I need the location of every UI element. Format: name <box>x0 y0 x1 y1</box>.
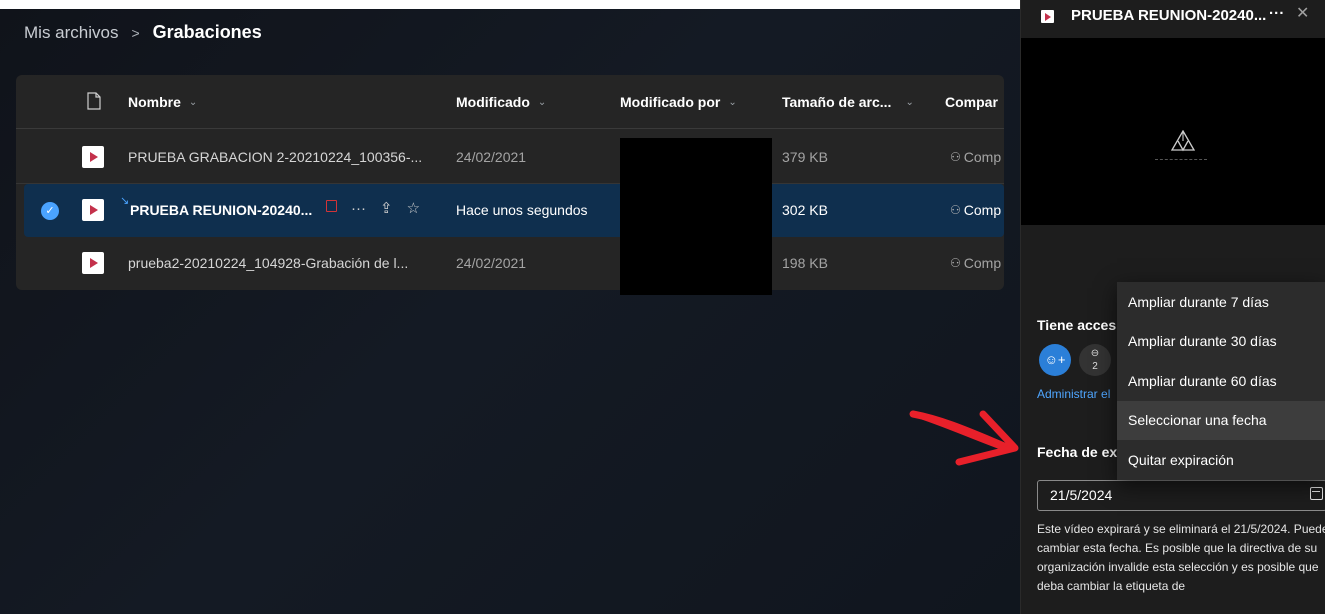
file-sharing[interactable]: ⚇ Comp <box>950 202 1001 218</box>
video-file-icon <box>82 199 104 221</box>
row-actions: ··· ⇪ ☆ <box>326 199 434 217</box>
file-modified: Hace unos segundos <box>456 202 588 218</box>
panel-header: PRUEBA REUNION-20240... ... ✕ <box>1021 0 1325 38</box>
access-section-title: Tiene acces <box>1037 317 1117 333</box>
file-name[interactable]: PRUEBA GRABACION 2-20210224_100356-... <box>128 149 422 165</box>
file-sharing[interactable]: ⚇ Comp <box>950 255 1001 271</box>
column-header-name[interactable]: Nombre ⌄ <box>128 94 197 110</box>
file-list: Nombre ⌄ Modificado ⌄ Modificado por ⌄ T… <box>16 75 1004 290</box>
file-size: 302 KB <box>782 202 828 218</box>
table-row[interactable]: PRUEBA GRABACION 2-20210224_100356-... 2… <box>16 131 1004 184</box>
list-header: Nombre ⌄ Modificado ⌄ Modificado por ⌄ T… <box>16 75 1004 129</box>
chevron-down-icon: ⌄ <box>728 96 737 108</box>
chevron-down-icon: ⌄ <box>188 96 198 108</box>
column-name-label: Nombre <box>128 94 181 110</box>
file-size: 379 KB <box>782 149 828 165</box>
expiration-date-field[interactable]: 21/5/2024 <box>1037 480 1325 511</box>
redaction-box <box>620 138 772 295</box>
menu-item-extend-30[interactable]: Ampliar durante 30 días <box>1117 322 1325 361</box>
breadcrumb-root[interactable]: Mis archivos <box>24 23 118 43</box>
new-item-icon: ↘ <box>120 195 130 207</box>
file-name[interactable]: prueba2-20210224_104928-Grabación de l..… <box>128 255 408 271</box>
video-file-icon <box>82 252 104 274</box>
video-file-icon <box>1041 10 1054 23</box>
close-icon[interactable]: ✕ <box>1296 3 1309 23</box>
people-icon: ⚇ <box>950 256 961 270</box>
column-header-modified[interactable]: Modificado ⌄ <box>456 94 546 110</box>
annotation-arrow <box>909 410 1019 466</box>
chevron-down-icon: ⌄ <box>905 96 914 108</box>
more-icon[interactable]: ··· <box>351 200 366 217</box>
menu-item-extend-7[interactable]: Ampliar durante 7 días <box>1117 283 1325 322</box>
file-sharing-label: Comp <box>963 202 1002 218</box>
file-modified: 24/02/2021 <box>456 149 527 165</box>
more-icon[interactable]: ... <box>1269 1 1285 18</box>
file-sharing-label: Comp <box>963 149 1002 165</box>
breadcrumb-separator: > <box>131 24 140 41</box>
table-row-selected[interactable]: ✓ ↘ PRUEBA REUNION-20240... ··· ⇪ ☆ Hace… <box>24 184 1004 237</box>
panel-title: PRUEBA REUNION-20240... <box>1071 7 1267 24</box>
manage-access-link[interactable]: Administrar el <box>1037 387 1110 401</box>
file-name[interactable]: PRUEBA REUNION-20240... <box>130 202 312 218</box>
sensitivity-label-icon[interactable] <box>326 200 337 212</box>
column-modified-label: Modificado <box>456 94 530 110</box>
people-icon: ⚇ <box>950 203 961 217</box>
breadcrumb-current: Grabaciones <box>152 22 262 42</box>
check-icon[interactable]: ✓ <box>41 202 59 220</box>
file-modified: 24/02/2021 <box>456 255 527 271</box>
expiration-menu: Ampliar durante 7 días Ampliar durante 3… <box>1117 282 1325 480</box>
column-header-modified-by[interactable]: Modificado por ⌄ <box>620 94 737 110</box>
column-header-file-size[interactable]: Tamaño de arc... ⌄ <box>782 94 914 110</box>
brand-logo-icon <box>1171 130 1195 152</box>
calendar-icon[interactable] <box>1310 487 1323 500</box>
expiration-title: Fecha de ex <box>1037 444 1118 460</box>
add-person-icon[interactable]: ☺+ <box>1039 344 1071 376</box>
column-sharing-label: Compar <box>945 94 998 110</box>
table-row[interactable]: prueba2-20210224_104928-Grabación de l..… <box>16 237 1004 290</box>
menu-item-select-date[interactable]: Seleccionar una fecha <box>1117 401 1325 440</box>
link-symbol: ⊖ <box>1090 348 1100 359</box>
link-icon[interactable]: ⊖ 2 <box>1079 344 1111 376</box>
chevron-down-icon: ⌄ <box>537 96 547 108</box>
file-sharing[interactable]: ⚇ Comp <box>950 149 1001 165</box>
video-preview[interactable] <box>1021 38 1325 225</box>
document-icon <box>87 92 101 110</box>
share-icon[interactable]: ⇪ <box>380 199 393 217</box>
link-count: 2 <box>1092 361 1098 372</box>
star-icon[interactable]: ☆ <box>407 199 420 217</box>
file-sharing-label: Comp <box>963 255 1002 271</box>
file-size: 198 KB <box>782 255 828 271</box>
column-modified-by-label: Modificado por <box>620 94 721 110</box>
menu-item-remove-expiration[interactable]: Quitar expiración <box>1117 441 1325 480</box>
people-icon: ⚇ <box>950 150 961 164</box>
column-header-sharing[interactable]: Compar <box>945 94 998 110</box>
video-file-icon <box>82 146 104 168</box>
top-strip <box>0 0 1020 9</box>
column-file-size-label: Tamaño de arc... <box>782 94 892 110</box>
logo-caption-line <box>1155 159 1207 160</box>
expiration-description: Este vídeo expirará y se eliminará el 21… <box>1037 522 1325 593</box>
menu-item-extend-60[interactable]: Ampliar durante 60 días <box>1117 362 1325 401</box>
breadcrumb: Mis archivos > Grabaciones <box>24 22 262 43</box>
